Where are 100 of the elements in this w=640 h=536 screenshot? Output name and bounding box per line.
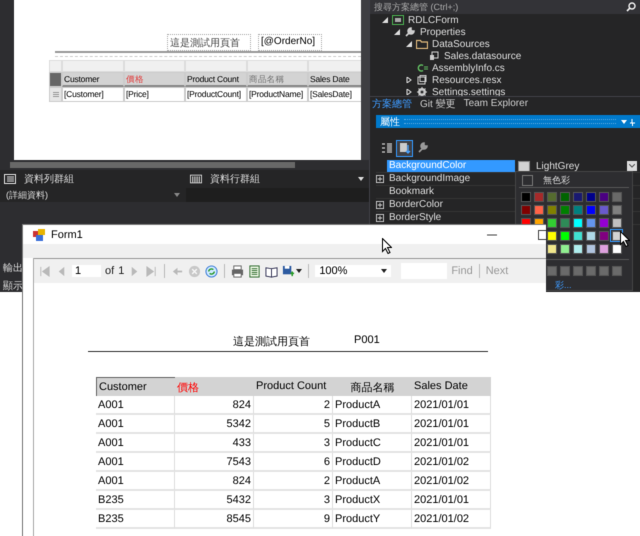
property-name[interactable]: BorderStyle (387, 212, 515, 224)
color-swatch[interactable] (520, 192, 530, 202)
property-name[interactable]: Bookmark (387, 186, 515, 198)
table-header-cell[interactable]: Product Count (185, 72, 247, 87)
expand-icon[interactable] (376, 201, 384, 209)
tree-item[interactable]: Sales.datasource (370, 50, 640, 62)
collapsed-arrow-icon[interactable] (406, 77, 412, 83)
color-swatch[interactable] (520, 204, 530, 214)
color-swatch[interactable] (598, 244, 608, 254)
table-field-cell[interactable]: [Price] (124, 87, 185, 102)
column-handle[interactable] (247, 60, 308, 72)
panel-tab[interactable]: Team Explorer (464, 98, 528, 109)
refresh-icon[interactable] (205, 264, 218, 278)
expand-icon[interactable] (376, 214, 384, 222)
color-swatch[interactable] (598, 204, 608, 214)
table-field-cell[interactable]: [ProductCount] (185, 87, 247, 102)
color-swatch[interactable] (612, 244, 622, 254)
color-swatch[interactable] (572, 192, 582, 202)
header-textbox[interactable]: 這是測試用頁首 (167, 34, 251, 51)
color-swatch[interactable] (586, 218, 596, 228)
column-handle[interactable] (124, 60, 185, 72)
color-swatch[interactable] (586, 230, 596, 240)
color-swatch[interactable] (546, 244, 556, 254)
expanded-arrow-icon[interactable] (406, 41, 412, 47)
table-header-cell[interactable]: Customer (62, 72, 124, 87)
color-swatch[interactable] (534, 192, 544, 202)
color-swatch[interactable] (560, 244, 570, 254)
table-field-cell[interactable]: [SalesDate] (308, 87, 361, 102)
color-swatch[interactable] (560, 204, 570, 214)
color-swatch[interactable] (572, 204, 582, 214)
color-swatch[interactable] (598, 218, 608, 228)
color-swatch[interactable] (598, 192, 608, 202)
report-design-surface[interactable]: 這是測試用頁首 [@OrderNo] Customer 價格 Product Count 商品名稱 Sales Date [Customer] [Price] [ProductCount] [ProductName] [SalesDate] (14, 0, 361, 160)
column-handle[interactable] (308, 60, 361, 72)
group-item[interactable]: (詳細資料) (0, 188, 186, 202)
vertical-scrollbar[interactable] (361, 0, 369, 160)
tree-item[interactable]: AssemblyInfo.cs (370, 62, 640, 74)
panel-tab[interactable]: 方案總管 (372, 96, 412, 110)
panel-tab[interactable]: Git 變更 (420, 96, 456, 110)
color-swatch[interactable] (560, 230, 570, 240)
table-field-cell[interactable]: [Customer] (62, 87, 124, 102)
no-color-swatch[interactable] (522, 174, 533, 186)
color-swatch[interactable] (546, 192, 556, 202)
color-swatch[interactable] (612, 192, 622, 202)
maximize-button[interactable] (538, 230, 546, 240)
search-field[interactable]: 搜尋方案總管 (Ctrl+;) (370, 0, 640, 14)
minimize-button[interactable] (487, 234, 497, 236)
more-colors-link[interactable]: 彩... (555, 280, 572, 290)
expanded-arrow-icon[interactable] (382, 17, 388, 23)
table-header-cell[interactable]: Sales Date (308, 72, 361, 87)
color-swatch[interactable] (560, 218, 570, 228)
color-swatch[interactable] (586, 192, 596, 202)
color-swatch[interactable] (560, 192, 570, 202)
collapsed-arrow-icon[interactable] (406, 89, 412, 95)
parameter-textbox[interactable]: [@OrderNo] (258, 34, 322, 51)
alphabetical-button[interactable] (397, 140, 412, 156)
color-swatch[interactable] (534, 204, 544, 214)
color-swatch[interactable] (572, 230, 582, 240)
dropdown-button[interactable] (627, 161, 637, 171)
color-swatch[interactable] (598, 230, 608, 240)
expand-icon[interactable] (376, 175, 384, 183)
column-handle[interactable] (185, 60, 247, 72)
color-swatch[interactable] (572, 244, 582, 254)
table-cell: 5432 (175, 491, 254, 510)
dropdown-arrow-icon[interactable] (358, 177, 364, 181)
color-swatch[interactable] (572, 218, 582, 228)
tree-item[interactable]: DataSources (370, 38, 640, 50)
layout-icon[interactable] (248, 264, 262, 278)
color-swatch[interactable] (546, 218, 556, 228)
color-swatch[interactable] (612, 218, 622, 228)
row-handle[interactable] (49, 87, 62, 102)
corner-handle[interactable] (49, 60, 62, 72)
tree-item[interactable]: RDLCForm (370, 14, 640, 26)
setup-icon[interactable] (265, 264, 278, 278)
color-swatch[interactable] (586, 204, 596, 214)
dropdown-arrow-icon[interactable] (381, 269, 388, 273)
color-swatch[interactable] (612, 230, 622, 240)
tree-item[interactable]: Properties (370, 26, 640, 38)
expanded-arrow-icon[interactable] (394, 29, 400, 35)
page-number-field[interactable]: 1 (72, 265, 101, 277)
panel-tab[interactable]: 顯示 (3, 279, 23, 293)
export-icon[interactable] (282, 264, 296, 278)
column-handle[interactable] (62, 60, 124, 72)
color-swatch[interactable] (546, 230, 556, 240)
property-name[interactable]: BorderColor (387, 199, 515, 211)
categorized-button[interactable] (379, 140, 394, 156)
row-handle[interactable] (49, 72, 62, 87)
table-cell: A001 (96, 453, 175, 472)
color-swatch[interactable] (612, 204, 622, 214)
pin-icon[interactable] (620, 118, 636, 126)
tree-item[interactable]: Resources.resx (370, 74, 640, 86)
no-color-label[interactable]: 無色彩 (543, 174, 570, 186)
color-swatch[interactable] (586, 244, 596, 254)
zoom-dropdown[interactable]: 100% (315, 265, 392, 277)
table-field-cell[interactable]: [ProductName] (247, 87, 308, 102)
caret-icon[interactable] (296, 269, 302, 273)
panel-tab[interactable]: 輸出 (3, 261, 23, 275)
print-icon[interactable] (231, 264, 244, 278)
property-name[interactable]: BackgroundImage (387, 173, 515, 185)
color-swatch[interactable] (546, 204, 556, 214)
